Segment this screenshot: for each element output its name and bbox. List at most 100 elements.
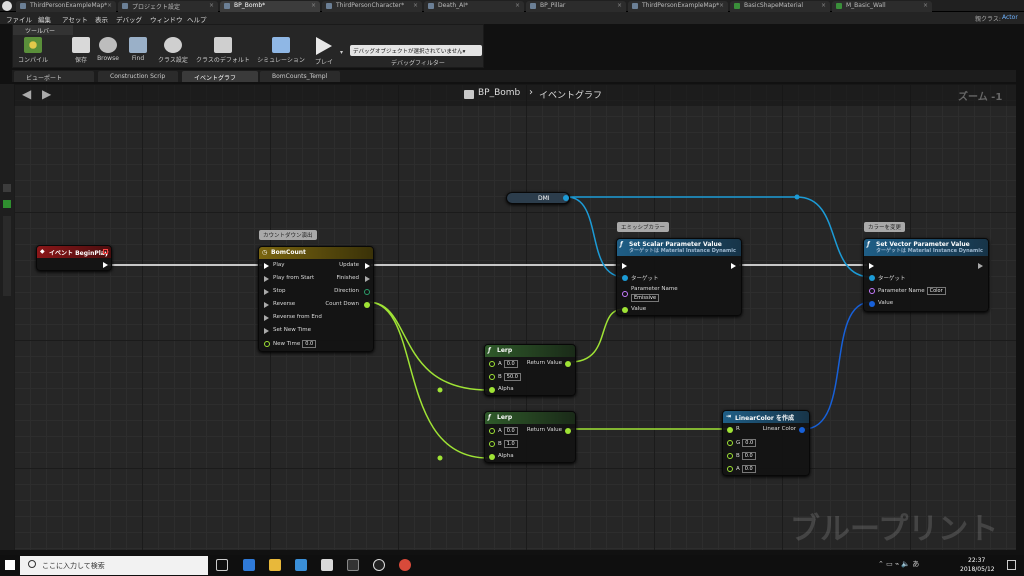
tab-third-person-example-map[interactable]: ThirdPersonExampleMap* × <box>16 1 116 12</box>
unreal-editor-icon[interactable] <box>373 559 385 571</box>
a-input[interactable]: 0.0 <box>503 360 518 368</box>
exec-out-pin[interactable] <box>365 276 370 282</box>
edge-browser-icon[interactable] <box>243 559 255 571</box>
g-input[interactable]: 0.0 <box>742 439 757 447</box>
float-in-pin[interactable] <box>727 440 733 446</box>
store-icon[interactable] <box>295 559 307 571</box>
panel-icon[interactable] <box>3 216 11 296</box>
tab-construction-script[interactable]: Construction Scrip <box>98 71 178 82</box>
float-in-pin[interactable] <box>489 387 495 393</box>
menu-asset[interactable]: アセット <box>62 14 88 24</box>
name-in-pin[interactable] <box>622 291 628 297</box>
menu-view[interactable]: 表示 <box>95 14 108 24</box>
class-settings-button[interactable]: クラス設定 <box>155 37 191 67</box>
exec-in-pin[interactable] <box>264 289 269 295</box>
exec-in-pin[interactable] <box>264 328 269 334</box>
node-comment-bubble[interactable]: カウントダウン演出 <box>259 230 317 240</box>
exec-out-pin[interactable] <box>978 263 983 269</box>
close-icon[interactable]: × <box>923 2 928 9</box>
tab-third-person-example-map-2[interactable]: ThirdPersonExampleMap* × <box>628 1 728 12</box>
menu-file[interactable]: ファイル <box>6 14 32 24</box>
notification-icon[interactable] <box>1007 560 1016 570</box>
struct-out-pin[interactable] <box>799 427 805 433</box>
object-in-pin[interactable] <box>622 275 628 281</box>
tab-bomcounts-template[interactable]: BomCounts_Templ <box>260 71 340 82</box>
play-button[interactable]: プレイ <box>311 37 337 67</box>
b-input[interactable]: 1.0 <box>503 440 518 448</box>
menu-edit[interactable]: 編集 <box>38 14 51 24</box>
close-icon[interactable]: × <box>719 2 724 9</box>
exec-in-pin[interactable] <box>622 263 627 269</box>
parameter-name-input[interactable]: Emissive <box>629 294 660 302</box>
play-options-dropdown-icon[interactable]: ▾ <box>340 49 343 56</box>
reroute-dot[interactable] <box>794 194 800 200</box>
name-in-pin[interactable] <box>869 288 875 294</box>
a-input[interactable]: 0.0 <box>741 465 756 473</box>
event-graph-canvas[interactable]: ◀ ▶ BP_Bomb › イベントグラフ ズーム -1 ◆ イベント Begi… <box>14 84 1016 550</box>
close-icon[interactable]: × <box>617 2 622 9</box>
browse-button[interactable]: Browse <box>95 37 121 67</box>
tab-m-basic-wall[interactable]: M_Basic_Wall × <box>832 1 932 12</box>
float-out-pin[interactable] <box>565 428 571 434</box>
save-button[interactable]: 保存 <box>69 37 93 67</box>
set-scalar-parameter-node[interactable]: ƒ Set Scalar Parameter Value ターゲットは Mate… <box>616 238 742 316</box>
exec-out-pin[interactable] <box>731 263 736 269</box>
new-time-input[interactable]: 0.0 <box>302 340 317 348</box>
float-in-pin[interactable] <box>727 453 733 459</box>
epic-launcher-icon[interactable] <box>347 559 359 571</box>
a-input[interactable]: 0.0 <box>503 427 518 435</box>
system-tray-icons[interactable]: ⌃ ▭ ⌁ 🔈 あ <box>878 559 958 571</box>
exec-out-pin[interactable] <box>365 263 370 269</box>
float-in-pin[interactable] <box>489 428 495 434</box>
lerp-node[interactable]: ƒ Lerp A 0.0 B 50.0 Alpha Return Value <box>484 344 576 396</box>
chrome-icon[interactable] <box>399 559 411 571</box>
float-in-pin[interactable] <box>489 441 495 447</box>
exec-in-pin[interactable] <box>264 302 269 308</box>
float-in-pin[interactable] <box>489 361 495 367</box>
simulation-button[interactable]: シミュレーション <box>255 37 307 67</box>
float-in-pin[interactable] <box>489 454 495 460</box>
expand-panel-icon[interactable] <box>3 184 11 192</box>
menu-debug[interactable]: デバッグ <box>116 14 142 24</box>
tab-third-person-character[interactable]: ThirdPersonCharacter* × <box>322 1 422 12</box>
dmi-variable-node[interactable]: DMI <box>506 192 570 204</box>
debug-object-select[interactable]: デバッグオブジェクトが選択されていません▾ <box>350 45 482 56</box>
tab-bp-pillar[interactable]: BP_Pillar × <box>526 1 626 12</box>
tab-project-settings[interactable]: プロジェクト設定 × <box>118 1 218 12</box>
exec-in-pin[interactable] <box>264 315 269 321</box>
parameter-name-input[interactable]: Color <box>926 287 946 295</box>
close-icon[interactable]: × <box>209 2 214 9</box>
float-in-pin[interactable] <box>727 427 733 433</box>
taskbar-search-box[interactable]: ここに入力して検索 <box>20 556 208 575</box>
struct-in-pin[interactable] <box>869 301 875 307</box>
menu-window[interactable]: ウィンドウ <box>150 14 183 24</box>
exec-in-pin[interactable] <box>264 263 269 269</box>
tab-bp-bomb[interactable]: BP_Bomb* × <box>220 1 320 12</box>
mail-icon[interactable] <box>321 559 333 571</box>
close-icon[interactable]: × <box>821 2 826 9</box>
begin-play-node[interactable]: ◆ イベント BeginPlay <box>36 245 112 271</box>
reroute-dot[interactable] <box>437 455 443 461</box>
class-defaults-button[interactable]: クラスのデフォルト <box>195 37 251 67</box>
close-icon[interactable]: × <box>107 2 112 9</box>
float-out-pin[interactable] <box>364 302 370 308</box>
menu-help[interactable]: ヘルプ <box>187 14 207 24</box>
set-vector-parameter-node[interactable]: ƒ Set Vector Parameter Value ターゲットは Mate… <box>863 238 989 312</box>
tab-death-ai[interactable]: Death_AI* × <box>424 1 524 12</box>
b-input[interactable]: 50.0 <box>503 373 521 381</box>
node-comment-bubble[interactable]: エミッシブカラー <box>617 222 670 232</box>
find-button[interactable]: Find <box>125 37 151 67</box>
float-in-pin[interactable] <box>622 307 628 313</box>
enum-out-pin[interactable] <box>364 289 370 295</box>
make-linear-color-node[interactable]: ⇥ LinearColor を作成 R G 0.0 B 0.0 A 0.0 Linea… <box>722 410 810 476</box>
tab-event-graph[interactable]: イベントグラフ <box>182 71 258 82</box>
add-icon[interactable] <box>3 200 11 208</box>
close-icon[interactable]: × <box>413 2 418 9</box>
float-in-pin[interactable] <box>727 466 733 472</box>
reroute-dot[interactable] <box>437 387 443 393</box>
close-icon[interactable]: × <box>311 2 316 9</box>
object-in-pin[interactable] <box>869 275 875 281</box>
task-view-icon[interactable] <box>216 559 228 571</box>
node-comment-bubble[interactable]: カラーを変更 <box>864 222 906 232</box>
windows-start-icon[interactable] <box>5 560 15 570</box>
